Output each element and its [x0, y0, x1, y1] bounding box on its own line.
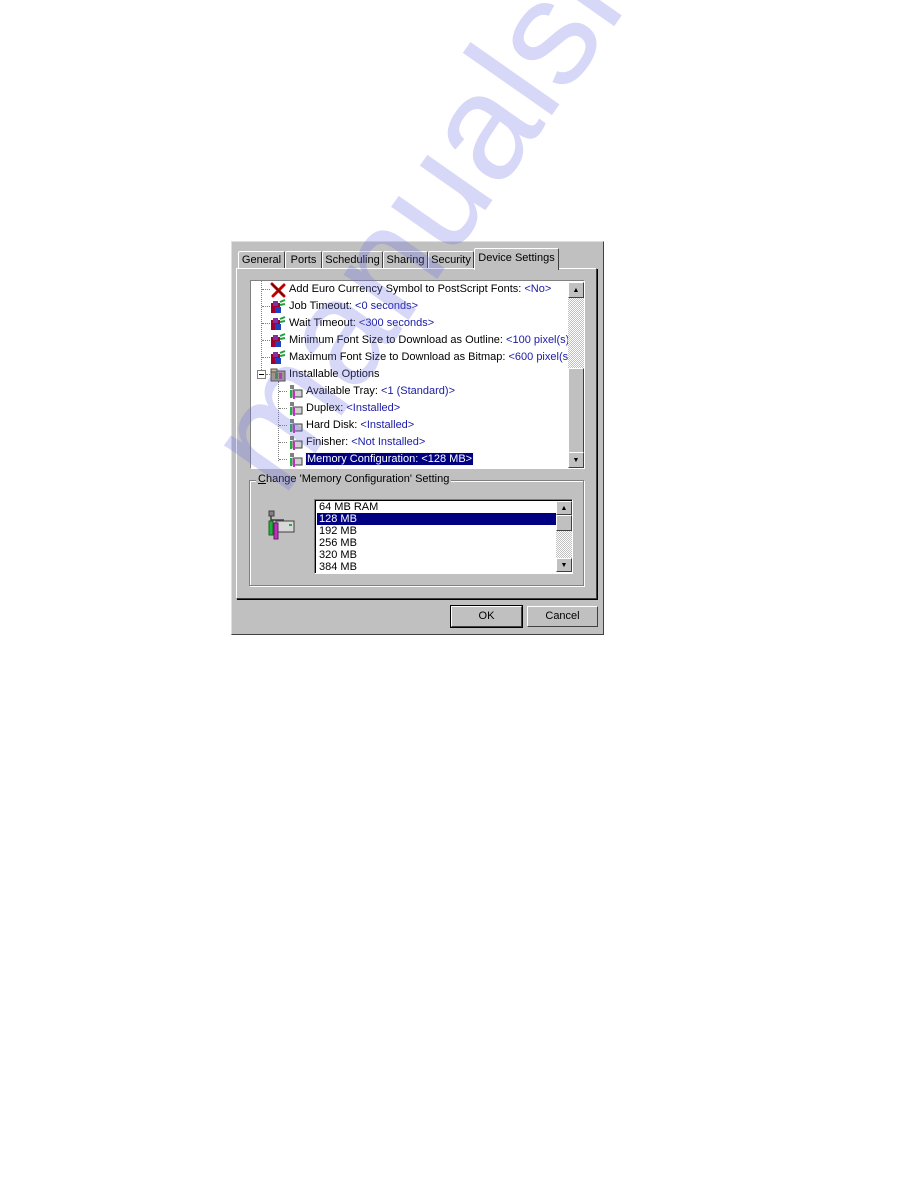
tree-line: [279, 425, 287, 426]
red-x-icon: [270, 282, 286, 298]
up-arrow-icon: ▲: [572, 286, 580, 294]
tree-vertical-scrollbar[interactable]: ▲ ▼: [568, 282, 584, 468]
down-arrow-icon: ▼: [572, 456, 580, 464]
tree-line: [279, 459, 287, 460]
installable-option-icon: [290, 402, 303, 416]
scroll-thumb[interactable]: [568, 368, 584, 454]
device-settings-panel: Add Euro Currency Symbol to PostScript F…: [236, 268, 597, 599]
tree-item-max-font-bitmap[interactable]: Maximum Font Size to Download as Bitmap:…: [289, 349, 578, 365]
tab-device-settings[interactable]: Device Settings: [474, 248, 559, 270]
tab-scheduling[interactable]: Scheduling: [322, 251, 383, 269]
down-arrow-icon: ▼: [560, 561, 568, 569]
tree-line: [279, 408, 287, 409]
scroll-thumb[interactable]: [556, 515, 572, 531]
device-settings-tree[interactable]: Add Euro Currency Symbol to PostScript F…: [250, 280, 585, 469]
tab-sharing[interactable]: Sharing: [383, 251, 428, 269]
tree-item-job-timeout[interactable]: Job Timeout: <0 seconds>: [289, 298, 418, 314]
tree-line: [279, 442, 287, 443]
collapse-toggle[interactable]: [257, 370, 266, 379]
tab-ports[interactable]: Ports: [285, 251, 322, 269]
change-setting-group: Change 'Memory Configuration' Setting 64…: [249, 473, 584, 586]
up-arrow-icon: ▲: [560, 504, 568, 512]
printer-setting-icon: [271, 350, 286, 364]
list-item-128mb[interactable]: 128 MB: [317, 513, 558, 525]
installable-option-icon: [290, 419, 303, 433]
scroll-up-button[interactable]: ▲: [556, 501, 572, 515]
printer-properties-dialog: General Ports Scheduling Sharing Securit…: [231, 241, 604, 635]
tree-item-wait-timeout[interactable]: Wait Timeout: <300 seconds>: [289, 315, 434, 331]
list-item-64mb[interactable]: 64 MB RAM: [317, 501, 558, 513]
installable-option-icon: [290, 453, 303, 467]
tree-item-hard-disk[interactable]: Hard Disk: <Installed>: [306, 417, 414, 433]
tree-item-installable-options[interactable]: Installable Options: [289, 366, 380, 382]
scroll-down-button[interactable]: ▼: [556, 558, 572, 572]
printer-setting-icon: [271, 333, 286, 347]
tree-line: [262, 289, 270, 290]
scroll-down-button[interactable]: ▼: [568, 452, 584, 468]
list-item-256mb[interactable]: 256 MB: [317, 537, 558, 549]
tree-item-min-font-outline[interactable]: Minimum Font Size to Download as Outline…: [289, 332, 576, 348]
tree-content: Add Euro Currency Symbol to PostScript F…: [251, 281, 578, 468]
installable-option-icon: [290, 436, 303, 450]
tree-line: [262, 357, 270, 358]
list-item-384mb[interactable]: 384 MB: [317, 561, 558, 573]
tree-item-available-tray[interactable]: Available Tray: <1 (Standard)>: [306, 383, 455, 399]
tree-line: [261, 281, 262, 374]
ok-button[interactable]: OK: [450, 605, 523, 628]
tab-general[interactable]: General: [238, 251, 285, 269]
minus-icon: [259, 374, 264, 375]
installable-option-icon: [290, 385, 303, 399]
cancel-button[interactable]: Cancel: [527, 606, 598, 627]
tree-line: [278, 381, 279, 461]
tree-line: [279, 391, 287, 392]
printer-setting-icon: [271, 316, 286, 330]
tree-item-memory-configuration[interactable]: Memory Configuration: <128 MB>: [304, 451, 475, 467]
tree-line: [262, 323, 270, 324]
options-folder-icon: [270, 368, 286, 382]
list-item-192mb[interactable]: 192 MB: [317, 525, 558, 537]
tree-item-duplex[interactable]: Duplex: <Installed>: [306, 400, 400, 416]
tree-line: [262, 340, 270, 341]
tree-item-finisher[interactable]: Finisher: <Not Installed>: [306, 434, 425, 450]
tree-item-euro-symbol[interactable]: Add Euro Currency Symbol to PostScript F…: [289, 281, 551, 297]
list-vertical-scrollbar[interactable]: ▲ ▼: [556, 501, 572, 572]
scroll-up-button[interactable]: ▲: [568, 282, 584, 298]
list-item-320mb[interactable]: 320 MB: [317, 549, 558, 561]
group-title: Change 'Memory Configuration' Setting: [256, 473, 452, 485]
printer-setting-icon: [271, 299, 286, 313]
tab-security[interactable]: Security: [428, 251, 474, 269]
memory-config-icon: [268, 510, 295, 540]
memory-options-listbox[interactable]: 64 MB RAM 128 MB 192 MB 256 MB 320 MB 38…: [314, 499, 573, 574]
tree-line: [262, 306, 270, 307]
